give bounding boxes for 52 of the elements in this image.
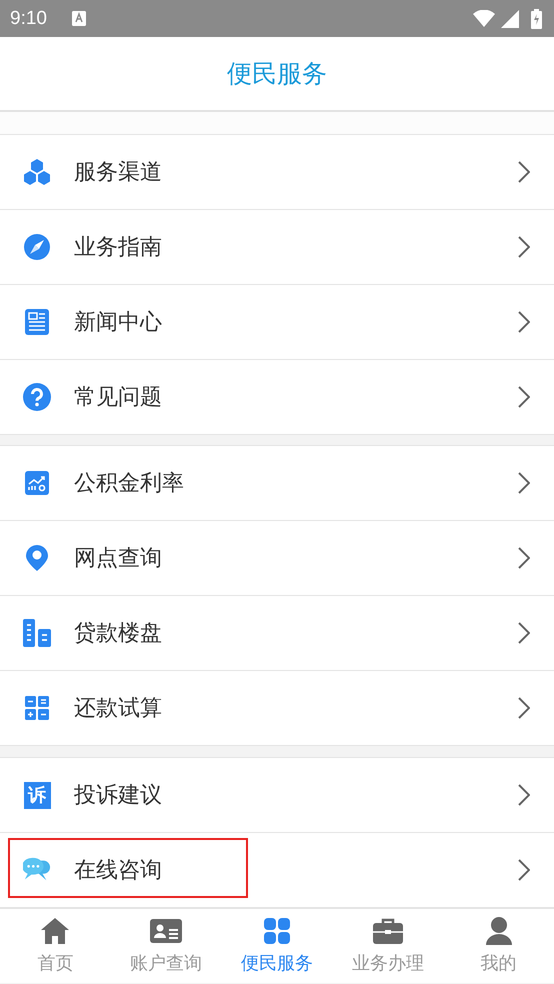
menu-row[interactable]: 网点查询 [0,521,554,595]
chevron-right-icon [518,311,530,333]
status-time: 9:10 [10,8,47,30]
buildings-icon [23,619,51,647]
chat-bubbles-icon [23,857,51,883]
menu-label: 还款试算 [74,695,163,723]
chevron-right-icon [518,472,530,494]
menu-row[interactable]: 诉 投诉建议 [0,758,554,832]
menu-row[interactable]: 常见问题 [0,360,554,434]
menu-label: 网点查询 [74,545,163,573]
grid-icon [264,918,290,944]
chevron-right-icon [518,784,530,806]
menu-row[interactable]: 在线咨询 [0,833,554,907]
menu-label: 业务指南 [74,234,163,262]
chevron-right-icon [518,161,530,183]
menu-row[interactable]: 公积金利率 [0,446,554,520]
home-icon [41,918,70,944]
menu-label: 贷款楼盘 [74,620,163,648]
chart-icon [25,471,49,495]
menu-label: 新闻中心 [74,309,163,337]
menu-row[interactable]: 业务指南 [0,210,554,284]
wifi-icon [473,10,495,27]
news-icon [25,309,49,335]
chevron-right-icon [518,386,530,408]
question-icon [23,383,51,411]
tab[interactable]: 便民服务 [222,909,332,983]
location-pin-icon [26,545,48,571]
menu-label: 投诉建议 [74,782,163,810]
person-icon [486,917,512,945]
page-title: 便民服务 [227,58,327,90]
menu-label: 服务渠道 [74,159,163,187]
chevron-right-icon [518,236,530,258]
chevron-right-icon [518,859,530,881]
calculator-icon [25,696,49,720]
signal-icon [501,10,519,28]
complaint-icon: 诉 [24,782,50,808]
menu-row[interactable]: 贷款楼盘 [0,596,554,670]
compass-icon [23,233,51,261]
menu-label: 公积金利率 [74,470,185,498]
menu-row[interactable]: 还款试算 [0,671,554,745]
chevron-right-icon [518,622,530,644]
briefcase-icon [372,918,403,944]
menu-row[interactable]: 新闻中心 [0,285,554,359]
menu-label: 常见问题 [74,384,163,412]
menu-label: 在线咨询 [74,857,163,885]
id-card-icon [150,919,182,943]
chevron-right-icon [518,547,530,569]
chevron-right-icon [518,697,530,719]
battery-icon [531,8,542,28]
keyboard-notification-icon [72,11,86,26]
hexagons-icon [23,159,51,185]
menu-row[interactable]: 服务渠道 [0,135,554,209]
